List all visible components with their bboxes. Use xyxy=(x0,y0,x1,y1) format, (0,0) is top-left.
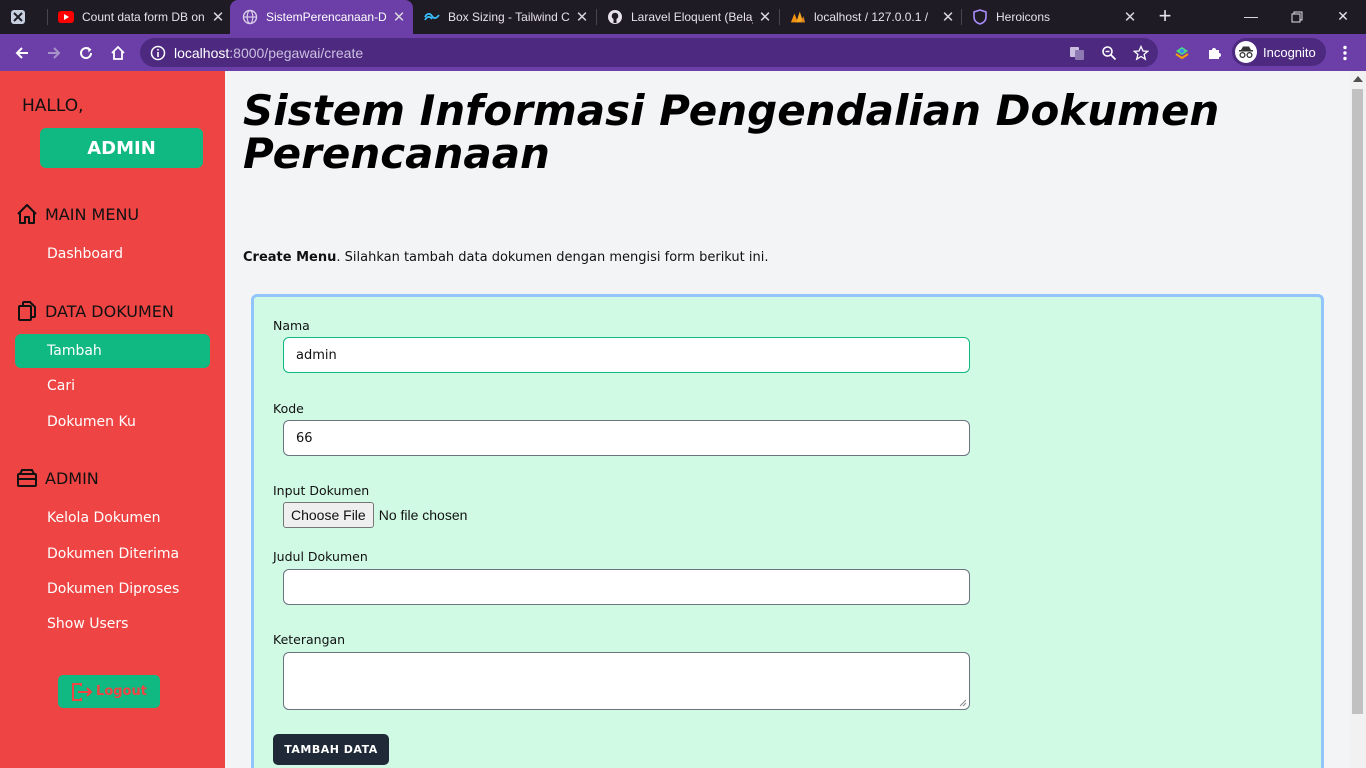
github-icon xyxy=(607,9,623,25)
close-icon[interactable]: ✕ xyxy=(574,8,590,26)
intro-rest: . Silahkan tambah data dokumen dengan me… xyxy=(336,250,769,265)
tab-app-icon xyxy=(10,9,26,25)
tab-heroicons[interactable]: Heroicons ✕ xyxy=(972,0,1138,34)
browser-menu-button[interactable] xyxy=(1331,39,1359,67)
sidebar-item-show-users[interactable]: Show Users xyxy=(47,616,128,632)
section-data-dokumen: DATA DOKUMEN xyxy=(15,299,174,323)
main-content: Sistem Informasi Pengendalian Dokumen Pe… xyxy=(225,71,1350,768)
tab-pinned[interactable] xyxy=(10,0,46,34)
scroll-up-icon[interactable] xyxy=(1353,76,1363,82)
sidebar-item-cari[interactable]: Cari xyxy=(47,378,75,394)
section-label: ADMIN xyxy=(45,468,99,488)
globe-icon xyxy=(242,9,258,25)
greeting: HALLO, xyxy=(22,96,84,116)
reload-icon xyxy=(80,47,93,60)
tab-title: localhost / 127.0.0.1 / xyxy=(814,10,929,24)
home-icon xyxy=(111,45,125,60)
arrow-right-icon xyxy=(48,47,61,59)
nama-label: Nama xyxy=(273,318,310,333)
sidebar-item-kelola-dokumen[interactable]: Kelola Dokumen xyxy=(47,510,161,526)
page-scrollbar[interactable] xyxy=(1350,71,1366,768)
tab-title: Heroicons xyxy=(996,10,1051,24)
keterangan-label: Keterangan xyxy=(273,632,346,647)
zoom-icon[interactable] xyxy=(1100,44,1118,62)
tab-phpmyadmin[interactable]: localhost / 127.0.0.1 / ✕ xyxy=(790,0,956,34)
file-input[interactable]: Choose File No file chosen xyxy=(283,502,467,528)
close-icon[interactable]: ✕ xyxy=(940,8,956,26)
tab-title: Count data form DB on xyxy=(82,10,205,24)
new-tab-button[interactable]: + xyxy=(1152,4,1178,30)
minimize-button[interactable]: — xyxy=(1228,0,1274,34)
logout-button[interactable]: Logout xyxy=(58,675,160,708)
translate-icon[interactable] xyxy=(1068,44,1086,62)
back-button[interactable] xyxy=(8,39,36,67)
sidebar-item-dashboard[interactable]: Dashboard xyxy=(47,246,123,262)
intro-text: Create Menu. Silahkan tambah data dokume… xyxy=(243,250,769,265)
sidebar-item-tambah[interactable]: Tambah xyxy=(15,334,210,368)
home-icon xyxy=(17,204,37,224)
tailwind-icon xyxy=(424,9,440,25)
sidebar-item-dokumen-ku[interactable]: Dokumen Ku xyxy=(47,414,136,430)
section-admin: ADMIN xyxy=(15,466,99,490)
close-icon[interactable]: ✕ xyxy=(757,8,773,26)
home-button[interactable] xyxy=(104,39,132,67)
youtube-icon xyxy=(58,9,74,25)
close-window-button[interactable]: ✕ xyxy=(1320,0,1366,34)
tab-title: Laravel Eloquent (Belaj xyxy=(631,10,753,24)
create-form: Nama admin Kode 66 Input Dokumen Choose … xyxy=(251,294,1324,768)
close-icon[interactable]: ✕ xyxy=(391,8,407,26)
resize-grip-icon[interactable] xyxy=(959,699,967,707)
logout-icon xyxy=(72,682,93,701)
kode-label: Kode xyxy=(273,401,304,416)
tab-github[interactable]: Laravel Eloquent (Belaj ✕ xyxy=(607,0,773,34)
phpmyadmin-icon xyxy=(790,9,806,25)
judul-dokumen-label: Judul Dokumen xyxy=(273,549,368,564)
sidebar-item-dokumen-diterima[interactable]: Dokumen Diterima xyxy=(47,546,179,562)
profile-label: Incognito xyxy=(1263,44,1316,60)
file-status: No file chosen xyxy=(378,507,468,523)
nama-input[interactable]: admin xyxy=(283,337,970,373)
intro-bold: Create Menu xyxy=(243,250,337,265)
incognito-icon xyxy=(1235,41,1257,63)
judul-dokumen-input[interactable] xyxy=(283,569,970,605)
tambah-data-button[interactable]: TAMBAH DATA xyxy=(273,734,389,765)
reload-button[interactable] xyxy=(72,39,100,67)
section-label: MAIN MENU xyxy=(45,204,140,224)
sidebar: HALLO, ADMIN MAIN MENU Dashboard DATA DO… xyxy=(0,71,225,768)
close-icon[interactable]: ✕ xyxy=(1122,8,1138,26)
kebab-menu-icon xyxy=(1343,45,1347,61)
tab-title: SistemPerencanaan-Di xyxy=(266,10,387,24)
browser-toolbar: localhost:8000/pegawai/create Incognito xyxy=(0,34,1366,71)
arrow-left-icon xyxy=(15,47,28,59)
scrollbar-thumb[interactable] xyxy=(1352,89,1363,714)
url-text: localhost:8000/pegawai/create xyxy=(174,44,364,61)
tab-title: Box Sizing - Tailwind C xyxy=(448,10,570,24)
logout-label: Logout xyxy=(96,684,147,699)
input-dokumen-label: Input Dokumen xyxy=(273,483,370,498)
documents-icon xyxy=(18,301,36,321)
section-label: DATA DOKUMEN xyxy=(45,301,174,321)
archive-icon xyxy=(17,469,37,487)
user-badge: ADMIN xyxy=(40,128,203,168)
address-bar[interactable]: localhost:8000/pegawai/create xyxy=(140,38,1158,67)
choose-file-button[interactable]: Choose File xyxy=(283,502,374,528)
page-title: Sistem Informasi Pengendalian Dokumen Pe… xyxy=(243,86,1220,178)
puzzle-icon[interactable] xyxy=(1200,39,1228,67)
info-icon[interactable] xyxy=(150,45,166,61)
keterangan-textarea[interactable] xyxy=(283,652,970,710)
kode-input[interactable]: 66 xyxy=(283,420,970,456)
heroicons-icon xyxy=(972,9,988,25)
tab-youtube[interactable]: Count data form DB on ✕ xyxy=(58,0,226,34)
sidebar-item-dokumen-diproses[interactable]: Dokumen Diproses xyxy=(47,581,179,597)
section-main-menu: MAIN MENU xyxy=(15,202,139,226)
restore-button[interactable] xyxy=(1274,0,1320,34)
tab-active[interactable]: SistemPerencanaan-Di ✕ xyxy=(230,0,413,34)
incognito-badge[interactable]: Incognito xyxy=(1232,38,1326,66)
close-icon[interactable]: ✕ xyxy=(210,8,226,26)
bookmark-star-icon[interactable] xyxy=(1132,44,1150,62)
browser-tab-bar: Count data form DB on ✕ SistemPerencanaa… xyxy=(0,0,1366,34)
extension-icon[interactable] xyxy=(1168,39,1196,67)
forward-button[interactable] xyxy=(40,39,68,67)
tab-tailwind[interactable]: Box Sizing - Tailwind C ✕ xyxy=(424,0,590,34)
